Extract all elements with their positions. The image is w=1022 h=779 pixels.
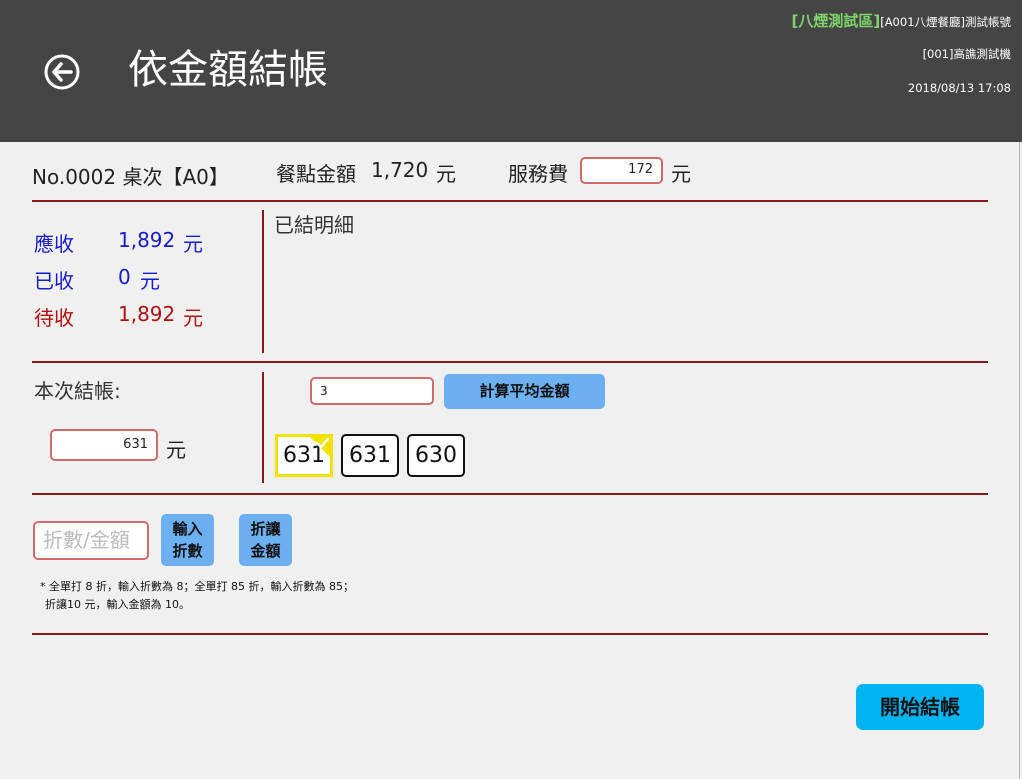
check-icon [310, 437, 330, 457]
paid-details-title: 已結明細 [274, 213, 354, 237]
receivable-value: 1,892 [118, 228, 176, 252]
current-amount-unit: 元 [166, 438, 186, 462]
account-label: [A001八煙餐廳]測試帳號 [880, 15, 1011, 29]
divider [32, 361, 988, 363]
calculate-average-button[interactable]: 計算平均金額 [444, 374, 605, 409]
store-account-info: [八煙測試區][A001八煙餐廳]測試帳號 [791, 10, 1011, 31]
split-count-input[interactable]: 3 [310, 377, 434, 405]
button-line: 輸入 [172, 520, 203, 538]
app-header: 依金額結帳 [八煙測試區][A001八煙餐廳]測試帳號 [001]高譙測試機 2… [0, 0, 1022, 142]
discount-note-line2: 折讓10 元，輸入金額為 10。 [45, 598, 190, 611]
current-checkout-label: 本次結帳: [34, 379, 121, 403]
button-line: 折數 [172, 542, 203, 560]
page-title: 依金額結帳 [128, 47, 328, 93]
service-fee-label: 服務費 [508, 162, 568, 186]
received-value: 0 [118, 265, 131, 289]
meal-amount-unit: 元 [436, 162, 456, 186]
summary-divider [262, 210, 264, 353]
current-amount-input[interactable]: 631 [50, 429, 158, 461]
meal-amount-value: 1,720 [371, 158, 429, 182]
input-discount-rate-button[interactable]: 輸入 折數 [161, 514, 214, 566]
split-amount-option-selected[interactable]: 631 [275, 434, 333, 477]
button-line: 折讓 [250, 520, 281, 538]
split-amount-option[interactable]: 631 [341, 434, 399, 477]
pending-value: 1,892 [118, 302, 176, 326]
pending-unit: 元 [183, 306, 203, 330]
received-label: 已收 [34, 269, 74, 293]
device-label: [001]高譙測試機 [922, 47, 1011, 61]
pending-label: 待收 [34, 306, 74, 330]
back-arrow-icon[interactable] [44, 54, 80, 90]
meal-amount-label: 餐點金額 [276, 162, 356, 186]
discount-input[interactable]: 折數/金額 [33, 521, 149, 560]
service-fee-unit: 元 [671, 162, 691, 186]
received-unit: 元 [140, 269, 160, 293]
receivable-label: 應收 [34, 232, 74, 256]
discount-amount-button[interactable]: 折讓 金額 [239, 514, 292, 566]
right-edge-line [1019, 142, 1020, 779]
start-checkout-button[interactable]: 開始結帳 [856, 684, 984, 730]
discount-note-line1: * 全單打 8 折，輸入折數為 8；全單打 85 折，輸入折數為 85； [40, 580, 354, 593]
datetime-label: 2018/08/13 17:08 [907, 81, 1011, 95]
divider [32, 200, 988, 202]
button-line: 金額 [250, 542, 281, 560]
receivable-unit: 元 [183, 232, 203, 256]
divider [32, 493, 988, 495]
order-number-table: No.0002 桌次【A0】 [32, 165, 229, 189]
divider [32, 633, 988, 635]
zone-label: [八煙測試區] [791, 12, 881, 30]
service-fee-input[interactable]: 172 [580, 157, 663, 184]
split-amount-option[interactable]: 630 [407, 434, 465, 477]
split-divider [262, 372, 264, 483]
